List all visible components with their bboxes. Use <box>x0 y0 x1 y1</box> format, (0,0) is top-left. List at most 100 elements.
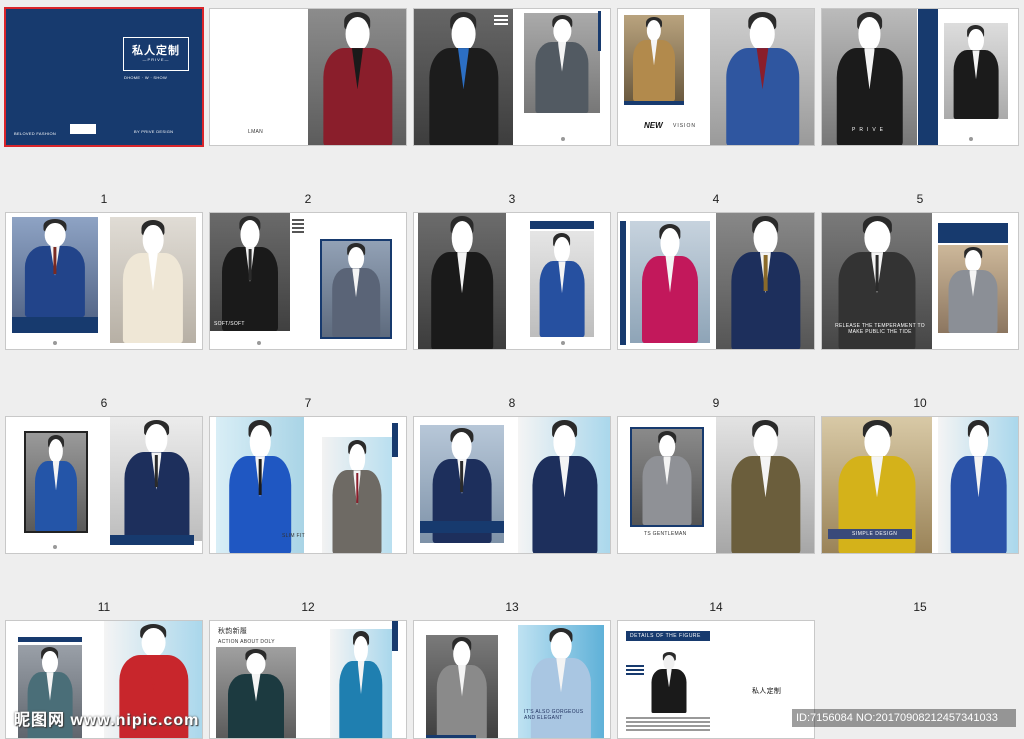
thumbnail-page-11[interactable]: SLIM FIT <box>209 416 407 554</box>
cover-title-box: 私人定制 —PRIVE— <box>123 37 189 71</box>
model-photo <box>938 245 1008 333</box>
vertical-rule <box>392 621 398 651</box>
thumbnail-page-17[interactable]: IT'S ALSO GORGEOUS AND ELEGANT <box>413 620 611 739</box>
caption-band <box>420 521 504 533</box>
model-photo <box>524 13 600 113</box>
model-photo <box>210 213 290 331</box>
new-label: NEW <box>644 121 663 130</box>
caption-slimfit: SLIM FIT <box>282 533 305 539</box>
model-photo <box>320 239 392 339</box>
thumbnail-page-16[interactable]: 秋韵新履 ACTION ABOUT DOLY <box>209 620 407 739</box>
model-photo <box>530 231 594 337</box>
model-photo <box>110 217 196 343</box>
page-number: 4 <box>712 192 720 206</box>
caption-band <box>624 101 684 105</box>
model-photo <box>418 213 506 349</box>
page-number: 6 <box>100 396 108 410</box>
thumbnail-page-3[interactable]: NEW VISION <box>617 8 815 146</box>
thumbnail-page-1[interactable]: LMAN <box>209 8 407 146</box>
thumbnail-page-5[interactable] <box>5 212 203 350</box>
page-number: 15 <box>913 600 927 614</box>
model-photo <box>426 635 498 738</box>
thumbnail-page-14[interactable]: SIMPLE DESIGN <box>821 416 1019 554</box>
model-photo <box>716 213 814 349</box>
watermark-id: ID:7156084 NO:20170908212457341033 <box>792 709 1016 727</box>
top-band <box>18 637 82 642</box>
thumbnail-cover[interactable]: 私人定制 —PRIVE— DHOME · W · SHOW BELOVED FA… <box>4 7 204 147</box>
thumbnail-page-12[interactable] <box>413 416 611 554</box>
model-photo <box>938 417 1018 553</box>
thumbnail-page-8[interactable] <box>617 212 815 350</box>
thumbnail-page-6[interactable]: SOFT/SOFT <box>209 212 407 350</box>
model-photo <box>24 431 88 533</box>
model-photo <box>518 417 610 553</box>
cover-logo-block <box>70 124 96 134</box>
paragraph-text <box>626 717 710 733</box>
text-block <box>494 15 508 27</box>
watermark-nipic: 昵图网 www.nipic.com <box>14 712 200 729</box>
cover-footer-right: BY PRIVE DESIGN <box>134 129 174 134</box>
page-number: 8 <box>508 396 516 410</box>
page-signature: LMAN <box>248 129 264 135</box>
model-photo <box>822 9 917 145</box>
model-photo <box>308 9 406 145</box>
thumbnail-page-18[interactable]: DETAILS OF THE FIGURE 私人定制 <box>617 620 815 739</box>
callout-lines <box>626 665 644 677</box>
model-photo <box>216 647 296 738</box>
page-number: 2 <box>304 192 312 206</box>
vertical-word: PRIVE <box>852 127 888 133</box>
model-photo <box>710 9 814 145</box>
thumbnail-page-4[interactable]: PRIVE <box>821 8 1019 146</box>
vertical-rule <box>598 11 601 51</box>
page-number: 12 <box>301 600 315 614</box>
details-title: DETAILS OF THE FIGURE <box>630 633 701 639</box>
caption-simple-design: SIMPLE DESIGN <box>852 531 898 537</box>
model-photo <box>716 417 814 553</box>
page-number: 13 <box>505 600 519 614</box>
vertical-band <box>918 9 938 145</box>
top-band <box>938 223 1008 243</box>
caption-soft: SOFT/SOFT <box>214 321 245 327</box>
thumbnail-page-10[interactable] <box>5 416 203 554</box>
model-photo <box>12 217 98 317</box>
model-photo <box>322 437 392 553</box>
model-photo <box>624 15 684 101</box>
page-number: 1 <box>100 192 108 206</box>
top-band <box>530 221 594 229</box>
page-number: 14 <box>709 600 723 614</box>
thumbnail-page-13[interactable]: TS GENTLEMAN <box>617 416 815 554</box>
caption-band <box>426 735 476 738</box>
model-photo <box>644 651 694 713</box>
cover-tagline: DHOME · W · SHOW <box>124 75 168 80</box>
page-number: 3 <box>508 192 516 206</box>
vertical-band <box>620 221 626 345</box>
caption-action: ACTION ABOUT DOLY <box>218 639 275 645</box>
thumbnail-page-9[interactable]: RELEASE THE TEMPERAMENT TO MAKE PUBLIC T… <box>821 212 1019 350</box>
model-photo <box>944 23 1008 119</box>
page-number: 7 <box>304 396 312 410</box>
caption-band <box>12 317 98 333</box>
caption-release: RELEASE THE TEMPERAMENT TO MAKE PUBLIC T… <box>835 323 925 335</box>
cover-title: 私人定制 <box>132 45 180 57</box>
model-photo <box>630 221 710 343</box>
brand-mark: 私人定制 <box>752 688 782 695</box>
caption-autumn: 秋韵新履 <box>218 628 248 635</box>
cover-page: 私人定制 —PRIVE— DHOME · W · SHOW BELOVED FA… <box>6 9 202 145</box>
thumbnail-page-7[interactable] <box>413 212 611 350</box>
page-thumbnail-grid: 私人定制 —PRIVE— DHOME · W · SHOW BELOVED FA… <box>0 0 1024 739</box>
page-number: 9 <box>712 396 720 410</box>
vertical-rule <box>392 423 398 457</box>
model-photo <box>630 427 704 527</box>
page-number: 5 <box>916 192 924 206</box>
caption-gentleman: TS GENTLEMAN <box>644 531 687 537</box>
page-number: 10 <box>913 396 927 410</box>
cover-footer-left: BELOVED FASHION <box>14 131 57 136</box>
caption-gorgeous: IT'S ALSO GORGEOUS AND ELEGANT <box>524 709 584 721</box>
page-number: 11 <box>97 600 111 614</box>
thumbnail-page-2[interactable] <box>413 8 611 146</box>
model-photo <box>110 417 202 541</box>
caption-band <box>110 535 194 545</box>
model-photo <box>518 625 604 738</box>
vision-label: VISION <box>673 123 696 129</box>
model-photo <box>330 629 392 738</box>
